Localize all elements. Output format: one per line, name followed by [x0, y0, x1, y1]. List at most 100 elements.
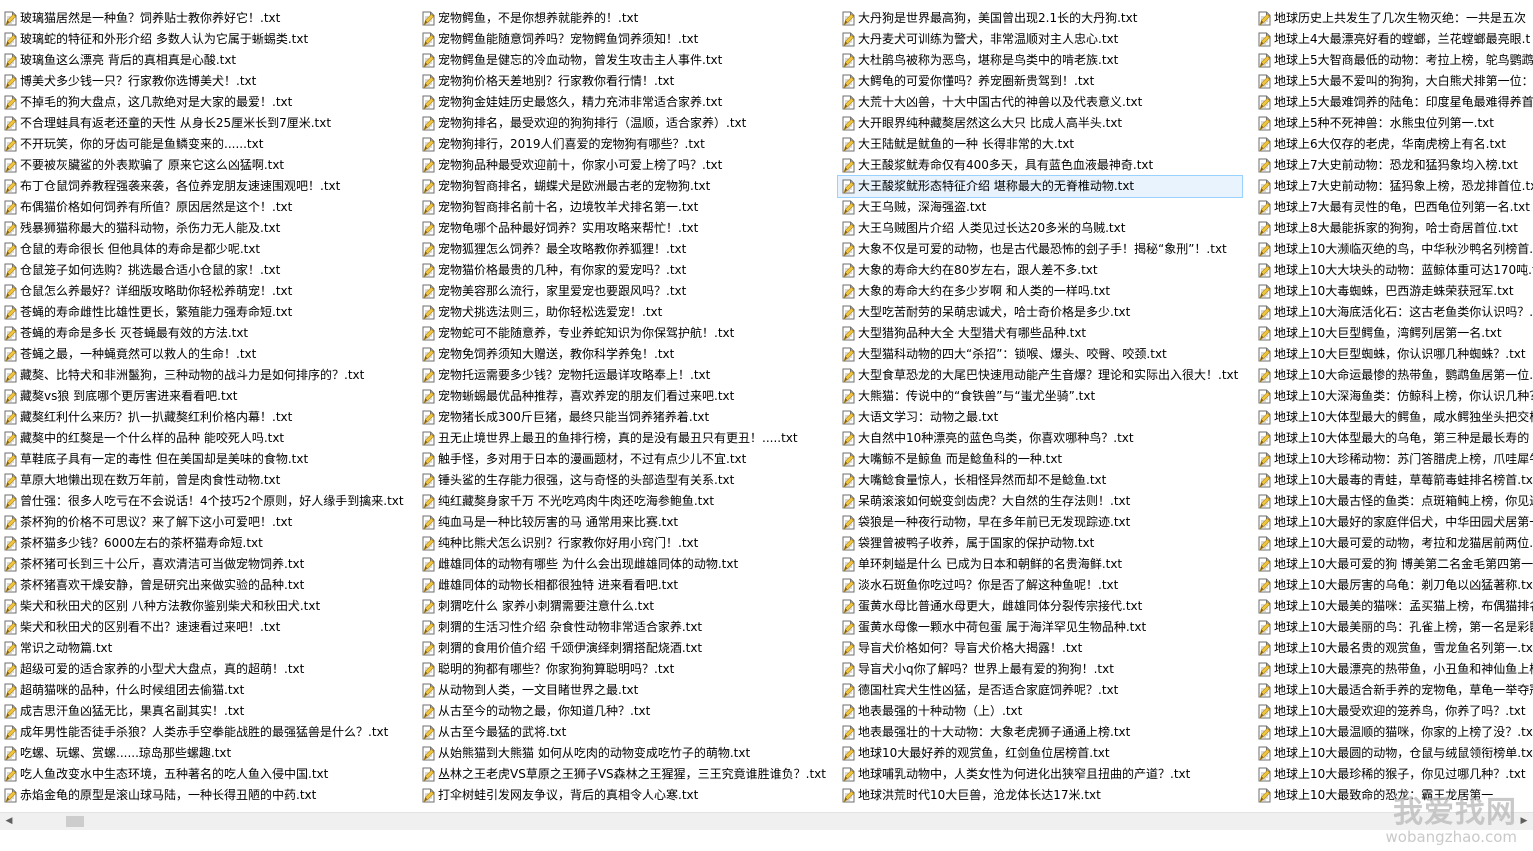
file-item[interactable]: 地球上6大仅存的老虎，华南虎榜上有名.txt [1254, 134, 1533, 155]
file-item[interactable]: 宠物鳄鱼，不是你想养就能养的！.txt [418, 8, 834, 29]
file-item[interactable]: 地球上10大巨型蜘蛛，你认识哪几种蜘蛛？.txt [1254, 344, 1533, 365]
file-item[interactable]: 不合理蛙具有返老还童的天性 从身长25厘米长到7厘米.txt [0, 113, 414, 134]
file-item[interactable]: 柴犬和秋田犬的区别看不出？速速看过来吧！.txt [0, 617, 414, 638]
file-item[interactable]: 大王乌贼图片介绍 人类见过长达20多米的乌贼.txt [838, 218, 1242, 239]
file-item[interactable]: 宠物美容那么流行，家里爱宠也要跟风吗？.txt [418, 281, 834, 302]
file-item[interactable]: 玻璃鱼这么漂亮 背后的真相真是心酸.txt [0, 50, 414, 71]
file-item[interactable]: 宠物猪长成300斤巨猪，最终只能当饲养猪养着.txt [418, 407, 834, 428]
file-item[interactable]: 宠物蜥蜴最优品种推荐，喜欢养宠的朋友们看过来吧.txt [418, 386, 834, 407]
file-item[interactable]: 刺猬吃什么 家养小刺猬需要注意什么.txt [418, 596, 834, 617]
file-item[interactable]: 锤头鲨的生存能力很强，这与奇怪的头部造型有关系.txt [418, 470, 834, 491]
file-item[interactable]: 从古至今的动物之最，你知道几种？.txt [418, 701, 834, 722]
file-item[interactable]: 苍蝇之最，一种蝇竟然可以救人的生命！.txt [0, 344, 414, 365]
file-item[interactable]: 雌雄同体的动物长相都很独特 进来看看吧.txt [418, 575, 834, 596]
file-item[interactable]: 大型食草恐龙的大尾巴快速甩动能产生音爆？理论和实际出入很大！.txt [838, 365, 1242, 386]
file-item[interactable]: 藏獒中的红獒是一个什么样的品种 能咬死人吗.txt [0, 428, 414, 449]
file-item[interactable]: 藏獒vs狼 到底哪个更厉害进来看看吧.txt [0, 386, 414, 407]
file-item[interactable]: 大荒十大凶兽，十大中国古代的神兽以及代表意义.txt [838, 92, 1242, 113]
file-item[interactable]: 不要被灰臟鲨的外表欺骗了 原来它这么凶猛啊.txt [0, 155, 414, 176]
file-item[interactable]: 地球上7大史前动物：猛犸象上榜，恐龙排首位.tx [1254, 176, 1533, 197]
file-item[interactable]: 赤焰金龟的原型是滚山球马陆，一种长得丑陋的中药.txt [0, 785, 414, 806]
file-item[interactable]: 不掉毛的狗大盘点，这几款绝对是大家的最爱！.txt [0, 92, 414, 113]
file-item[interactable]: 雌雄同体的动物有哪些 为什么会出现雌雄同体的动物.txt [418, 554, 834, 575]
file-item[interactable]: 地表最强的十种动物（上）.txt [838, 701, 1242, 722]
file-item[interactable]: 玻璃猫居然是一种鱼？饲养贴士教你养好它！.txt [0, 8, 414, 29]
file-item[interactable]: 地球上10大最毒的青蛙，草莓箭毒蛙排名榜首.txt [1254, 470, 1533, 491]
file-item[interactable]: 宠物狗排名，最受欢迎的狗狗排行（温顺，适合家养）.txt [418, 113, 834, 134]
file-item[interactable]: 布丁仓鼠饲养教程强袭来袭，各位养宠朋友速速围观吧！.txt [0, 176, 414, 197]
file-item[interactable]: 宠物狗排行，2019人们喜爱的宠物狗有哪些？.txt [418, 134, 834, 155]
file-item[interactable]: 地球上10大最可爱的动物，考拉和龙猫居前两位.t [1254, 533, 1533, 554]
file-item[interactable]: 大王乌贼，深海强盗.txt [838, 197, 1242, 218]
file-item[interactable]: 仓鼠笼子如何选购？挑选最合适小仓鼠的家！.txt [0, 260, 414, 281]
file-item[interactable]: 茶杯猫多少钱？6000左右的茶杯猫寿命短.txt [0, 533, 414, 554]
file-item[interactable]: 地球洪荒时代10大巨兽，沧龙体长达17米.txt [838, 785, 1242, 806]
file-item[interactable]: 茶杯狗的价格不可思议？来了解下这小可爱吧！.txt [0, 512, 414, 533]
file-item[interactable]: 宠物狗价格天差地别？行家教你看行情！.txt [418, 71, 834, 92]
file-item[interactable]: 从古至今最猛的武将.txt [418, 722, 834, 743]
file-item[interactable]: 博美犬多少钱一只？行家教你选博美犬！.txt [0, 71, 414, 92]
file-list[interactable]: 玻璃猫居然是一种鱼？饲养贴士教你养好它！.txt 玻璃蛇的特征和外形介绍 多数人认… [0, 8, 1533, 812]
file-item[interactable]: 地球上10大深海鱼类：仿鲸科上榜，你认识几种？ [1254, 386, 1533, 407]
file-item[interactable]: 茶杯猪喜欢干燥安静，曾是研究出来做实验的品种.txt [0, 575, 414, 596]
file-item[interactable]: 宠物鳄鱼能随意饲养吗？宠物鳄鱼饲养须知！.txt [418, 29, 834, 50]
file-item[interactable]: 成吉思汗鱼凶猛无比，果真名副其实！.txt [0, 701, 414, 722]
file-item[interactable]: 宠物托运需要多少钱？宠物托运最详攻略奉上！.txt [418, 365, 834, 386]
file-item[interactable]: 残暴狮猫称最大的猫科动物，杀伤力无人能及.txt [0, 218, 414, 239]
file-item[interactable]: 大熊猫：传说中的“食铁兽”与“蚩尤坐骑”.txt [838, 386, 1242, 407]
file-item[interactable]: 地球上10大毒蜘蛛，巴西游走蛛荣获冠军.txt [1254, 281, 1533, 302]
file-item[interactable]: 藏獒、比特犬和非洲鬣狗，三种动物的战斗力是如何排序的？.txt [0, 365, 414, 386]
file-item[interactable]: 草原大地懒出现在数万年前，曾是肉食性动物.txt [0, 470, 414, 491]
file-item[interactable]: 宠物鳄鱼是健忘的冷血动物，曾发生攻击主人事件.txt [418, 50, 834, 71]
file-item[interactable]: 成年男性能否徒手杀狼？人类赤手空拳能战胜的最强猛兽是什么？.txt [0, 722, 414, 743]
file-item[interactable]: 宠物犬挑选法则三，助你轻松选爱宠！.txt [418, 302, 834, 323]
file-item[interactable]: 吃人鱼改变水中生态环境，五种著名的吃人鱼入侵中国.txt [0, 764, 414, 785]
file-item[interactable]: 宠物狗品种最受欢迎前十，你家小可爱上榜了吗？.txt [418, 155, 834, 176]
file-item[interactable]: 大型吃苦耐劳的呆萌忠诚犬，哈士奇价格是多少.txt [838, 302, 1242, 323]
file-item[interactable]: 触手怪，多对用于日本的漫画题材，不过有点少儿不宜.txt [418, 449, 834, 470]
file-item[interactable]: 地球上10大最名贵的观赏鱼，雪龙鱼名列第一.txt [1254, 638, 1533, 659]
file-item[interactable]: 宠物龟哪个品种最好饲养？实用攻略来帮忙！.txt [418, 218, 834, 239]
file-item[interactable]: 地球上5种不死神兽：水熊虫位列第一.txt [1254, 113, 1533, 134]
file-item[interactable]: 大嘴鲶食量惊人，长相怪异然而却不是鲶鱼.txt [838, 470, 1242, 491]
file-item[interactable]: 宠物猫价格最贵的几种，有你家的爱宠吗？.txt [418, 260, 834, 281]
file-item[interactable]: 宠物狐狸怎么饲养？最全攻略教你养狐狸！.txt [418, 239, 834, 260]
file-item[interactable]: 地球哺乳动物中，人类女性为何进化出狭窄且扭曲的产道？.txt [838, 764, 1242, 785]
file-item[interactable]: 大型猫科动物的四大“杀招”：锁喉、爆头、咬臀、咬颈.txt [838, 344, 1242, 365]
file-item[interactable]: 地球上5大最不爱叫的狗狗，大白熊犬排第一位： [1254, 71, 1533, 92]
file-item[interactable]: 仓鼠的寿命很长 但他具体的寿命是都少呢.txt [0, 239, 414, 260]
file-item[interactable]: 淡水石斑鱼你吃过吗？你是否了解这种鱼呢！.txt [838, 575, 1242, 596]
file-item[interactable]: 地球上10大最可爱的狗 博美第二名金毛第四第一名 [1254, 554, 1533, 575]
file-item[interactable]: 地球历史上共发生了几次生物灭绝：一共是五次 [1254, 8, 1533, 29]
scrollbar-thumb[interactable] [66, 816, 84, 827]
file-item[interactable]: 藏獒红利什么来历？扒一扒藏獒红利价格内幕！.txt [0, 407, 414, 428]
file-item[interactable]: 地球上10大最美的猫咪：孟买猫上榜，布偶猫排名 [1254, 596, 1533, 617]
file-item[interactable]: 从始熊猫到大熊猫 如何从吃肉的动物变成吃竹子的萌物.txt [418, 743, 834, 764]
file-item[interactable]: 吃螺、玩螺、赏螺......琼岛那些螺趣.txt [0, 743, 414, 764]
file-item[interactable]: 地球上10大最古怪的鱼类：点斑箱鲀上榜，你见过 [1254, 491, 1533, 512]
horizontal-scrollbar[interactable]: ◀ ▶ [0, 812, 1533, 830]
file-item[interactable]: 大型猎狗品种大全 大型猎犬有哪些品种.txt [838, 323, 1242, 344]
file-item[interactable]: 德国杜宾犬生性凶猛，是否适合家庭饲养呢？.txt [838, 680, 1242, 701]
file-item[interactable]: 纯种比熊犬怎么识别？行家教你好用小窍门！.txt [418, 533, 834, 554]
file-item[interactable]: 宠物狗金娃娃历史最悠久，精力充沛非常适合家养.txt [418, 92, 834, 113]
file-item[interactable]: 大象不仅是可爱的动物，也是古代最恐怖的刽子手！揭秘“象刑”！.txt [838, 239, 1242, 260]
file-item[interactable]: 地球上5大最难饲养的陆龟：印度星龟最难得养首.tx [1254, 92, 1533, 113]
file-item[interactable]: 柴犬和秋田犬的区别 八种方法教你鉴别柴犬和秋田犬.txt [0, 596, 414, 617]
file-item[interactable]: 地球上10大海底活化石：这古老鱼类你认识吗？.t [1254, 302, 1533, 323]
file-item[interactable]: 地球上10大体型最大的乌龟，第三种是最长寿的 [1254, 428, 1533, 449]
file-item[interactable]: 地球上10大最好的家庭伴侣犬，中华田园犬居第一 [1254, 512, 1533, 533]
file-item[interactable]: 聪明的狗都有哪些？你家狗狗算聪明吗？.txt [418, 659, 834, 680]
file-item[interactable]: 地球上7大史前动物：恐龙和猛犸象均入榜.txt [1254, 155, 1533, 176]
file-item[interactable]: 地球上5大智商最低的动物：考拉上榜，鸵鸟鹦鹉 [1254, 50, 1533, 71]
file-item[interactable]: 布偶猫价格如何饲养有所值？原因居然是这个！.txt [0, 197, 414, 218]
file-item[interactable]: 大丹麦犬可训练为警犬，非常温顺对主人忠心.txt [838, 29, 1242, 50]
file-item[interactable]: 玻璃蛇的特征和外形介绍 多数人认为它属于蜥蜴类.txt [0, 29, 414, 50]
file-item[interactable]: 地球上4大最漂亮好看的螳螂，兰花螳螂最亮眼.t [1254, 29, 1533, 50]
file-item[interactable]: 大象的寿命大约在多少岁啊 和人类的一样吗.txt [838, 281, 1242, 302]
file-item[interactable]: 纯红藏獒身家千万 不光吃鸡肉牛肉还吃海参鲍鱼.txt [418, 491, 834, 512]
file-item[interactable]: 刺猬的食用价值介绍 千颂伊演绎刺猬搭配烧酒.txt [418, 638, 834, 659]
file-item[interactable]: 仓鼠怎么养最好？详细版攻略助你轻松养萌宠！.txt [0, 281, 414, 302]
file-item[interactable]: 从动物到人类，一文目睹世界之最.txt [418, 680, 834, 701]
file-item[interactable]: 常识之动物篇.txt [0, 638, 414, 659]
